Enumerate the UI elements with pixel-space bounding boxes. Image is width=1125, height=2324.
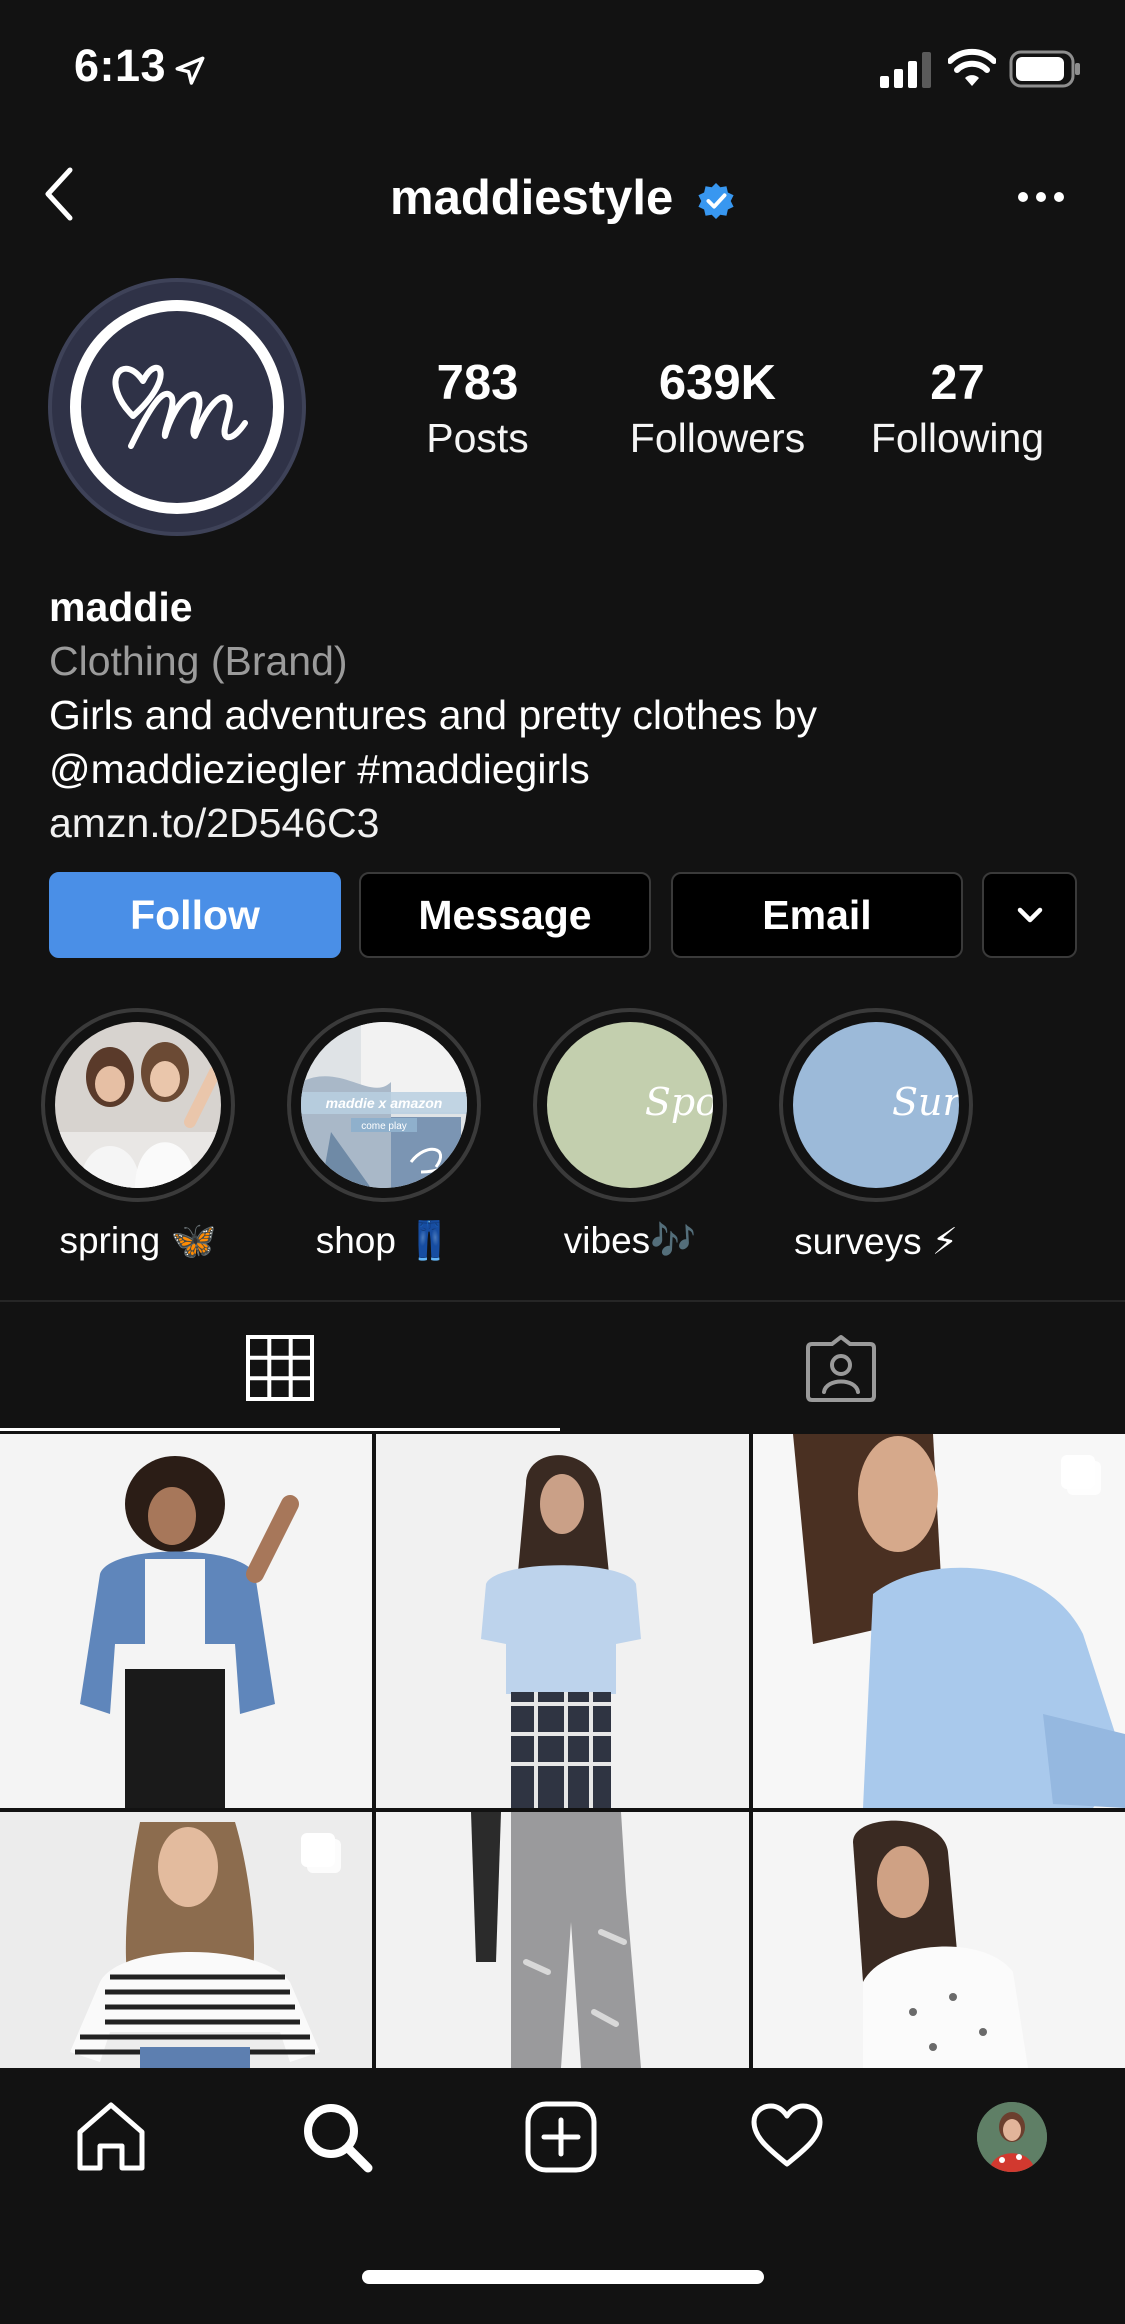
activity-heart-icon[interactable] [750,2102,824,2170]
highlight-label: shop 👖 [315,1220,453,1261]
new-post-icon[interactable] [524,2100,598,2174]
highlight-label: vibes🎶 [563,1220,697,1261]
cellular-signal-icon [880,52,931,88]
grid-icon [246,1335,314,1401]
following-label: Following [870,415,1045,461]
multiple-photos-icon [1061,1455,1101,1495]
shop-cover-photo: maddie x amazon come play [301,1022,467,1188]
profile-tabs [0,1302,1125,1432]
home-indicator[interactable] [362,2270,764,2284]
active-tab-indicator [0,1428,560,1431]
home-icon[interactable] [74,2100,148,2172]
shop-cover-caption: maddie x amazon [326,1095,443,1111]
suggested-accounts-button[interactable] [982,872,1077,958]
location-arrow-icon [175,56,205,85]
search-icon[interactable] [300,2100,374,2174]
verified-badge-icon [698,182,734,220]
post-image-denim-jacket [80,1456,299,1808]
post-tile[interactable] [376,1812,749,2068]
highlight-cover-spring [55,1022,221,1188]
bottom-tab-bar [0,2068,1125,2324]
tab-posts-grid[interactable] [0,1302,560,1432]
bio-category: Clothing (Brand) [49,638,348,684]
more-options-icon[interactable] [1016,186,1066,208]
back-chevron-icon[interactable] [36,162,86,226]
post-image-blue-tee [481,1455,641,1808]
highlight-label: spring 🦋 [59,1220,217,1261]
multiple-photos-icon [301,1833,341,1873]
header-username: maddiestyle [390,171,674,225]
battery-icon [1009,50,1080,88]
wifi-icon [948,48,996,86]
profile-tab-avatar[interactable] [977,2102,1047,2172]
post-tile[interactable] [753,1812,1125,2068]
post-tile[interactable] [376,1434,749,1808]
profile-avatar[interactable] [48,278,306,536]
highlight-label: surveys ⚡ [794,1221,958,1262]
tagged-icon [806,1335,876,1402]
following-stat[interactable]: 27 Following [855,355,1060,462]
post-tile[interactable] [753,1434,1125,1808]
highlight-vibes[interactable]: Spotify vibes🎶 [533,1008,727,1263]
highlight-spring[interactable]: spring 🦋 [41,1008,235,1263]
post-image-ripped-jeans [471,1812,641,2068]
post-image-white-top [853,1820,1028,2068]
highlight-cover-vibes: Spotify [547,1022,713,1188]
chevron-down-icon [1017,907,1043,923]
highlight-ring: maddie x amazon come play [287,1008,481,1202]
posts-grid [0,1434,1125,2068]
posts-count: 783 [436,356,519,410]
email-button[interactable]: Email [671,872,963,958]
posts-stat[interactable]: 783 Posts [395,355,560,462]
highlight-surveys[interactable]: Survey surveys ⚡ [779,1008,973,1263]
bio-text-line-2[interactable]: @maddieziegler #maddiegirls [49,742,1089,796]
followers-stat[interactable]: 639K Followers [615,355,820,462]
instagram-profile-screen: { "status_bar": { "time": "6:13" }, "hea… [0,0,1125,2324]
bio-display-name: maddie [49,584,193,630]
survey-script-text: Survey [891,1080,959,1124]
highlight-shop[interactable]: maddie x amazon come play shop 👖 [287,1008,481,1263]
follow-button[interactable]: Follow [49,872,341,958]
post-tile[interactable] [0,1812,372,2068]
bio-text-line-1: Girls and adventures and pretty clothes … [49,692,818,738]
highlight-ring: Spotify [533,1008,727,1202]
post-tile[interactable] [0,1434,372,1808]
profile-avatar-photo [977,2102,1047,2172]
highlight-ring: Survey [779,1008,973,1202]
message-button[interactable]: Message [359,872,651,958]
status-time: 6:13 [74,40,167,91]
highlight-cover-shop: maddie x amazon come play [301,1022,467,1188]
followers-label: Followers [629,415,806,461]
profile-header: maddiestyle [0,150,1125,250]
status-bar: 6:13 [0,0,1125,132]
shop-cover-subcaption: come play [361,1121,407,1132]
posts-label: Posts [426,415,529,461]
tab-tagged[interactable] [562,1302,1125,1432]
two-girls-photo [55,1022,221,1188]
spotify-script-text: Spotify [644,1080,713,1124]
highlight-cover-surveys: Survey [793,1022,959,1188]
profile-bio: maddie Clothing (Brand) Girls and advent… [49,580,1089,850]
followers-count: 639K [658,356,777,410]
mn-monogram-logo [112,364,248,449]
bio-website-link[interactable]: amzn.to/2D546C3 [49,796,1089,850]
avatar-logo [70,300,284,514]
highlight-ring [41,1008,235,1202]
following-count: 27 [930,356,985,410]
